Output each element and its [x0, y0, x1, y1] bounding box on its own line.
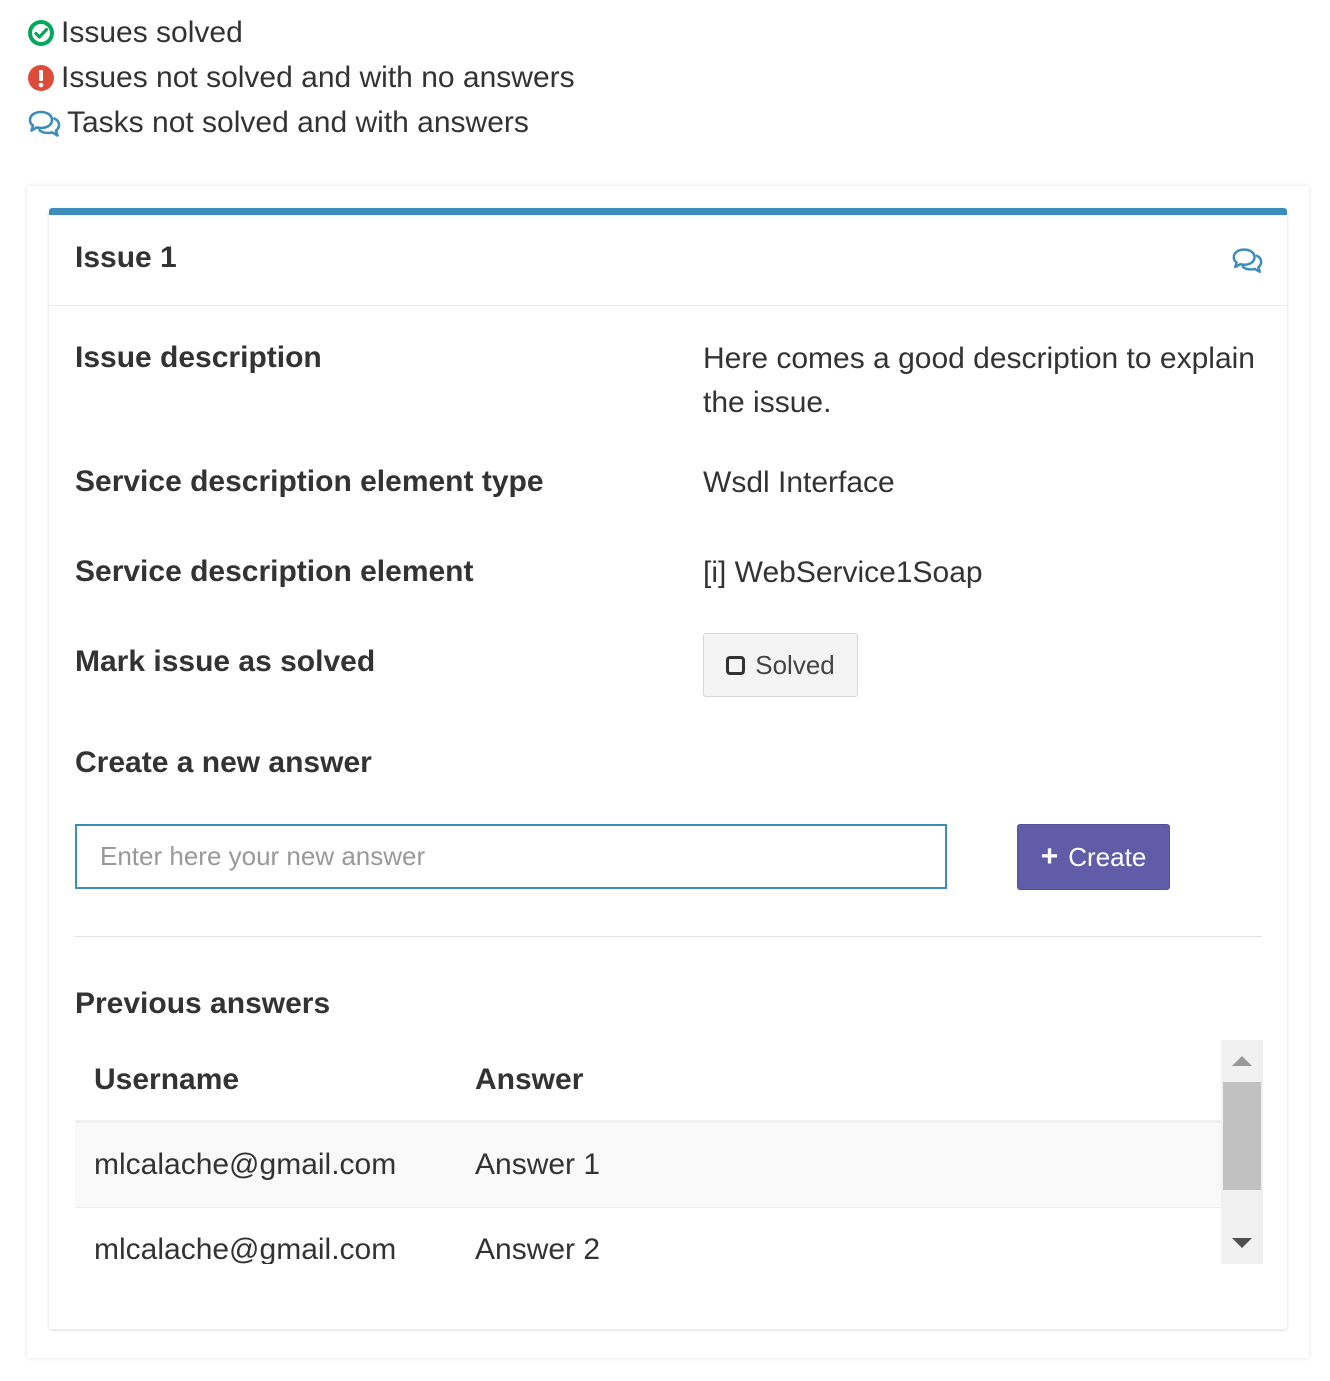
- vertical-scrollbar[interactable]: [1221, 1040, 1263, 1264]
- solved-toggle-button[interactable]: Solved: [703, 633, 858, 697]
- element-type-value: Wsdl Interface: [703, 466, 895, 499]
- cell-answer: Answer 1: [475, 1148, 601, 1181]
- scrollbar-thumb[interactable]: [1223, 1082, 1261, 1190]
- comments-icon: [1230, 244, 1264, 276]
- new-answer-input[interactable]: [75, 824, 947, 889]
- comments-icon: [26, 108, 62, 138]
- column-header-username: Username: [94, 1063, 240, 1096]
- checkbox-icon: [726, 655, 746, 675]
- legend-label-not-solved-with-answers: Tasks not solved and with answers: [67, 105, 529, 139]
- create-button-label: Create: [1068, 841, 1147, 872]
- table-row: mlcalache@gmail.com Answer 2: [75, 1207, 1221, 1264]
- status-legend: Issues solved Issues not solved and with…: [26, 10, 575, 145]
- service-element-label: Service description element: [75, 555, 474, 588]
- scroll-down-arrow-icon[interactable]: [1232, 1238, 1252, 1248]
- legend-item-solved: Issues solved: [26, 10, 575, 55]
- mark-solved-label: Mark issue as solved: [75, 645, 376, 678]
- issue-description-label: Issue description: [75, 341, 322, 374]
- column-header-answer: Answer: [475, 1063, 584, 1096]
- legend-item-not-solved-with-answers: Tasks not solved and with answers: [26, 100, 575, 145]
- table-scroll-area[interactable]: Username Answer mlcalache@gmail.com Answ…: [75, 1040, 1221, 1264]
- issue-title: Issue 1: [75, 241, 177, 274]
- create-answer-button[interactable]: + Create: [1017, 824, 1170, 890]
- issue-header: Issue 1: [49, 215, 1287, 306]
- legend-label-solved: Issues solved: [61, 15, 243, 49]
- cell-username: mlcalache@gmail.com: [94, 1233, 397, 1264]
- table-row: mlcalache@gmail.com Answer 1: [75, 1122, 1221, 1207]
- scroll-up-arrow-icon[interactable]: [1232, 1056, 1252, 1066]
- check-circle-icon: [26, 18, 56, 48]
- issue-box: Issue 1 Issue description Here comes a g…: [49, 208, 1287, 1329]
- legend-label-not-solved-no-answers: Issues not solved and with no answers: [61, 60, 575, 94]
- exclamation-circle-icon: [26, 63, 56, 93]
- cell-username: mlcalache@gmail.com: [94, 1148, 397, 1181]
- plus-icon: +: [1040, 840, 1059, 873]
- service-element-value: [i] WebService1Soap: [703, 556, 983, 589]
- solved-button-label: Solved: [755, 649, 835, 680]
- cell-answer: Answer 2: [475, 1233, 601, 1264]
- issues-panel: Issue 1 Issue description Here comes a g…: [27, 186, 1309, 1358]
- new-answer-label: Create a new answer: [75, 746, 372, 779]
- previous-answers-table: Username Answer mlcalache@gmail.com Answ…: [75, 1040, 1263, 1264]
- legend-item-not-solved-no-answers: Issues not solved and with no answers: [26, 55, 575, 100]
- table-header-row: Username Answer: [75, 1040, 1221, 1122]
- element-type-label: Service description element type: [75, 465, 544, 498]
- divider: [75, 936, 1262, 937]
- previous-answers-title: Previous answers: [75, 987, 331, 1020]
- issue-description-value: Here comes a good description to explain…: [703, 342, 1255, 419]
